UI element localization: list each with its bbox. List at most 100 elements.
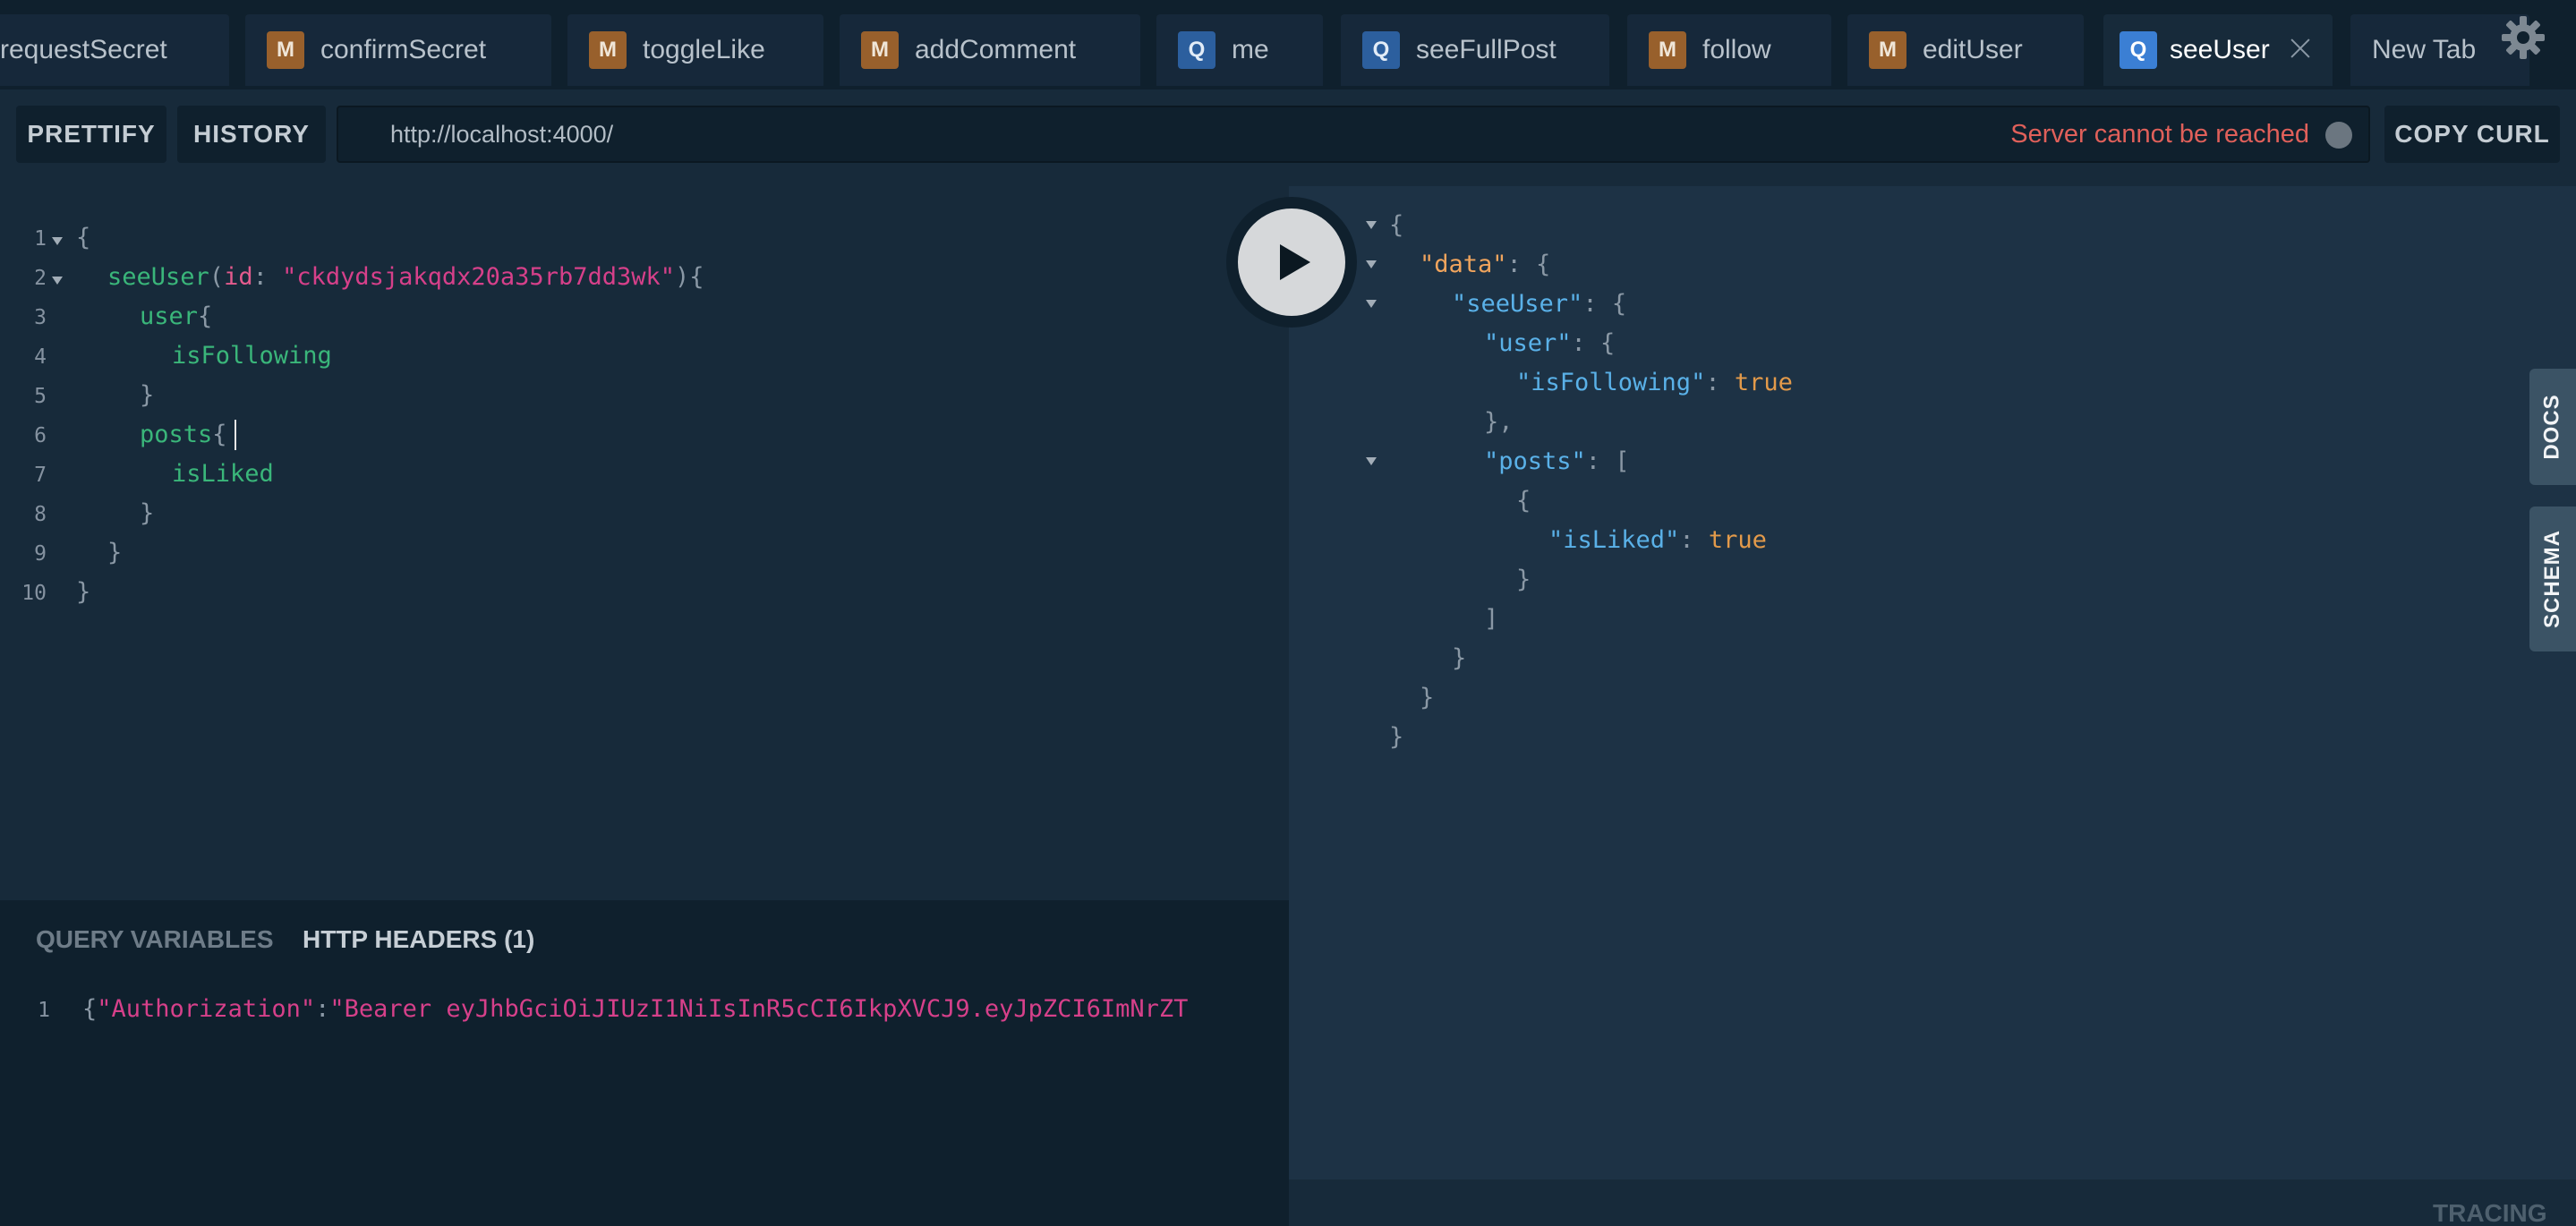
result-line: } — [1420, 684, 1434, 711]
code-token: id — [224, 263, 253, 291]
code-line: isLiked — [172, 460, 274, 488]
tab-edituser[interactable]: M editUser — [1847, 14, 2084, 86]
line-number: 2 — [34, 267, 47, 290]
result-line: "isFollowing": true — [1516, 369, 1793, 396]
code-token: "Authorization" — [97, 995, 316, 1023]
close-icon[interactable] — [2288, 36, 2313, 61]
code-token: : { — [1582, 290, 1627, 318]
code-token: : { — [1506, 251, 1551, 278]
code-token: } — [1452, 644, 1467, 672]
code-token: : — [252, 263, 283, 291]
code-token: "isFollowing" — [1516, 369, 1706, 396]
fold-arrow-icon[interactable] — [1366, 457, 1377, 465]
run-button-face — [1238, 209, 1345, 316]
fold-arrow-icon[interactable] — [1366, 221, 1377, 229]
run-query-button[interactable] — [1226, 197, 1357, 328]
code-token: } — [76, 578, 91, 606]
code-line: { — [76, 224, 90, 251]
http-headers-tab[interactable]: HTTP HEADERS (1) — [303, 925, 534, 954]
status-indicator-icon — [2325, 122, 2352, 149]
code-token: "ckdydsjakqdx20a35rb7dd3wk" — [282, 263, 675, 291]
line-number: 8 — [34, 503, 47, 526]
copy-curl-button[interactable]: COPY CURL — [2384, 106, 2560, 163]
code-token: } — [1389, 723, 1404, 751]
docs-tab-label: DOCS — [2540, 394, 2564, 460]
tracing-button[interactable]: TRACING — [2433, 1199, 2547, 1226]
play-icon — [1280, 244, 1310, 280]
tab-me[interactable]: Q me — [1156, 14, 1323, 86]
prettify-button[interactable]: PRETTIFY — [16, 106, 166, 163]
tab-label: me — [1232, 35, 1269, 64]
line-number: 1 — [38, 999, 50, 1022]
result-line: "isLiked": true — [1548, 526, 1767, 554]
http-headers-editor[interactable]: {"Authorization":"Bearer eyJhbGciOiJIUzI… — [82, 995, 1289, 1023]
tab-seefullpost[interactable]: Q seeFullPost — [1341, 14, 1609, 86]
code-line: } — [140, 499, 154, 527]
code-token: } — [1420, 684, 1435, 711]
result-line: "posts": [ — [1484, 447, 1630, 475]
code-token: : — [1679, 526, 1709, 554]
schema-tab[interactable]: SCHEMA — [2529, 507, 2576, 651]
server-status-text: Server cannot be reached — [2010, 120, 2309, 149]
tab-seeuser[interactable]: Q seeUser — [2103, 14, 2333, 86]
code-token: "seeUser" — [1452, 290, 1583, 318]
tab-label: toggleLike — [643, 35, 765, 64]
query-editor[interactable]: 1 2 3 4 5 6 7 8 9 10 { seeUser(id: "ckdy… — [0, 186, 1289, 900]
endpoint-url-text: http://localhost:4000/ — [390, 121, 614, 148]
code-token: { — [212, 421, 227, 448]
result-line: { — [1389, 211, 1403, 239]
fold-arrow-icon[interactable] — [52, 237, 63, 245]
tab-follow[interactable]: M follow — [1627, 14, 1831, 86]
tab-label: editUser — [1923, 35, 2023, 64]
code-token: { — [1389, 211, 1404, 239]
query-badge: Q — [1178, 31, 1215, 69]
code-line: posts{ — [140, 421, 227, 448]
gear-icon[interactable] — [2500, 14, 2546, 61]
line-number: 6 — [34, 424, 47, 447]
result-line: } — [1516, 566, 1531, 593]
history-button[interactable]: HISTORY — [177, 106, 326, 163]
result-footer — [1289, 1179, 2576, 1226]
tab-bar: requestSecret M confirmSecret M toggleLi… — [0, 0, 2576, 89]
code-token: } — [107, 539, 123, 566]
code-token: isLiked — [172, 460, 274, 488]
result-line: } — [1389, 723, 1403, 751]
code-line: isFollowing — [172, 342, 332, 370]
code-token: : — [315, 995, 330, 1023]
code-token: } — [140, 381, 155, 409]
text-cursor — [235, 420, 236, 450]
mutation-badge: M — [1869, 31, 1906, 69]
code-token: seeUser — [107, 263, 209, 291]
code-token: "posts" — [1484, 447, 1586, 475]
result-line: "user": { — [1484, 329, 1615, 357]
tab-label: seeFullPost — [1416, 35, 1557, 64]
query-badge: Q — [1362, 31, 1400, 69]
code-token: true — [1734, 369, 1793, 396]
code-token: { — [1516, 487, 1531, 515]
mutation-badge: M — [861, 31, 899, 69]
variables-headers-panel: QUERY VARIABLES HTTP HEADERS (1) 1 {"Aut… — [0, 900, 1289, 1226]
tab-requestsecret[interactable]: requestSecret — [0, 14, 229, 86]
result-panel: { "data": { "seeUser": { "user": { "isFo… — [1289, 186, 2576, 1179]
code-line: } — [107, 539, 122, 566]
tab-addcomment[interactable]: M addComment — [840, 14, 1140, 86]
result-line: }, — [1484, 408, 1514, 436]
result-line: } — [1452, 644, 1466, 672]
code-token: } — [140, 499, 155, 527]
code-token: ){ — [675, 263, 704, 291]
tab-confirmsecret[interactable]: M confirmSecret — [245, 14, 551, 86]
tab-label: addComment — [915, 35, 1077, 64]
fold-arrow-icon[interactable] — [1366, 260, 1377, 268]
fold-arrow-icon[interactable] — [52, 277, 63, 285]
code-token: { — [82, 995, 98, 1023]
line-number: 4 — [34, 345, 47, 369]
tab-label: requestSecret — [0, 35, 167, 64]
query-variables-tab[interactable]: QUERY VARIABLES — [36, 925, 274, 954]
endpoint-url-input[interactable]: http://localhost:4000/ Server cannot be … — [337, 106, 2370, 163]
fold-arrow-icon[interactable] — [1366, 300, 1377, 308]
docs-tab[interactable]: DOCS — [2529, 369, 2576, 485]
tab-togglelike[interactable]: M toggleLike — [567, 14, 823, 86]
result-line: "data": { — [1420, 251, 1550, 278]
tab-label: follow — [1702, 35, 1771, 64]
line-number: 7 — [34, 464, 47, 487]
